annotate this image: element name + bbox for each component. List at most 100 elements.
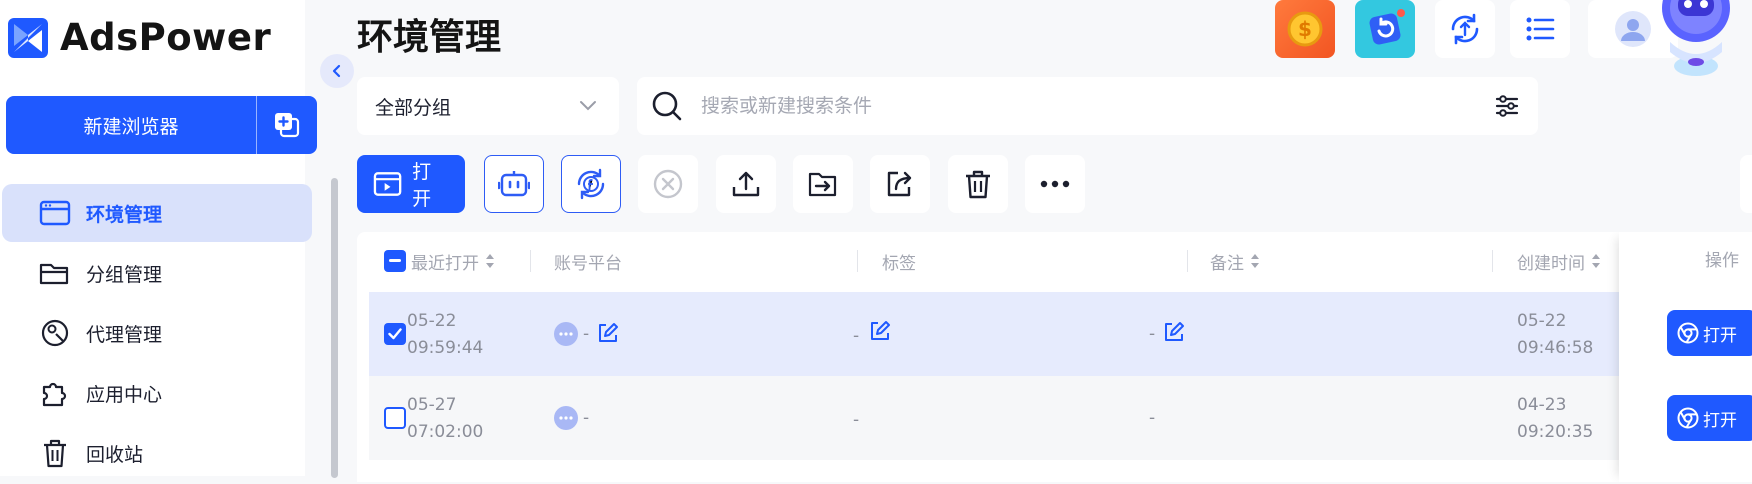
collapse-sidebar-button[interactable] xyxy=(320,54,354,88)
column-divider[interactable] xyxy=(857,250,858,272)
column-header-notes[interactable]: 备注 xyxy=(1210,232,1260,290)
column-settings-button[interactable] xyxy=(1740,155,1752,213)
notes-cell: - xyxy=(1149,408,1156,428)
robot-icon xyxy=(498,171,530,197)
table-header: 最近打开 账号平台 标签 备注 创建时间 xyxy=(357,232,1752,290)
page-title: 环境管理 xyxy=(357,17,502,58)
trash-icon xyxy=(38,436,72,470)
column-header-created[interactable]: 创建时间 xyxy=(1517,232,1601,290)
sidebar-item-label: 代理管理 xyxy=(86,323,163,346)
upload-icon xyxy=(732,171,760,197)
table-row[interactable]: 05-27 07:02:00 - - - 04-23 09:20:35 xyxy=(369,376,1752,460)
actions-column: 操作 打开 打开 xyxy=(1619,232,1752,482)
more-icon xyxy=(1040,180,1070,188)
more-actions-button[interactable] xyxy=(1025,155,1085,213)
export-button[interactable] xyxy=(716,155,776,213)
sidebar-scrollbar[interactable] xyxy=(331,178,338,478)
search-input[interactable] xyxy=(701,95,1476,117)
sidebar-item-label: 分组管理 xyxy=(86,263,163,286)
rpa-robot-button[interactable] xyxy=(484,155,544,213)
column-header-tags: 标签 xyxy=(882,253,916,274)
svg-text:$: $ xyxy=(1298,17,1312,41)
whats-new-button[interactable] xyxy=(1355,0,1415,58)
search-icon xyxy=(652,91,682,121)
refresh-badge-icon xyxy=(1369,9,1405,45)
share-icon xyxy=(887,171,912,197)
chrome-icon xyxy=(1677,407,1699,429)
sync-facebook-button[interactable] xyxy=(561,155,621,213)
sidebar-item-apps[interactable]: 应用中心 xyxy=(2,364,312,422)
platform-cell: - xyxy=(583,324,590,344)
notes-cell: - xyxy=(1149,324,1156,344)
delete-button[interactable] xyxy=(948,155,1008,213)
sync-upload-icon xyxy=(1451,13,1479,45)
close-circle-icon xyxy=(653,169,683,199)
edit-icon[interactable] xyxy=(1163,321,1185,343)
list-icon xyxy=(1526,17,1555,41)
edit-icon[interactable] xyxy=(597,322,619,344)
sync-button[interactable] xyxy=(1435,0,1495,58)
assistant-robot-icon[interactable] xyxy=(1640,0,1752,100)
row-open-button[interactable]: 打开 xyxy=(1667,310,1752,356)
sidebar-item-environment[interactable]: 环境管理 xyxy=(2,184,312,242)
play-window-icon xyxy=(373,172,402,196)
new-browser-button-group: 新建浏览器 xyxy=(6,96,317,154)
sidebar-item-label: 环境管理 xyxy=(86,203,163,226)
sidebar-item-groups[interactable]: 分组管理 xyxy=(2,244,312,302)
proxy-pin-icon xyxy=(38,316,72,350)
column-divider[interactable] xyxy=(1187,250,1188,272)
sidebar-item-trash[interactable]: 回收站 xyxy=(2,424,312,482)
column-divider[interactable] xyxy=(530,250,531,272)
platform-more-icon[interactable] xyxy=(554,322,578,346)
task-list-button[interactable] xyxy=(1510,0,1570,58)
app-logo[interactable]: AdsPower xyxy=(8,16,271,59)
browser-window-icon xyxy=(38,196,72,230)
platform-more-icon[interactable] xyxy=(554,406,578,430)
column-divider[interactable] xyxy=(1492,250,1493,272)
created-cell: 05-22 09:46:58 xyxy=(1517,311,1594,358)
share-button[interactable] xyxy=(870,155,930,213)
sort-icon xyxy=(1251,254,1259,268)
tags-cell: - xyxy=(853,326,860,346)
edit-icon[interactable] xyxy=(869,320,891,342)
app-name: AdsPower xyxy=(60,16,272,59)
chevron-down-icon xyxy=(580,101,596,111)
chrome-icon xyxy=(1677,322,1699,344)
group-filter-value: 全部分组 xyxy=(375,96,452,119)
row-open-button[interactable]: 打开 xyxy=(1667,395,1752,441)
close-browser-button[interactable] xyxy=(638,155,698,213)
sidebar: AdsPower 新建浏览器 环境管理 分组管理 代理管理 应用中心 回收站 xyxy=(0,0,317,476)
sort-icon xyxy=(1592,254,1600,268)
add-copy-icon xyxy=(275,113,300,138)
open-button-label: 打开 xyxy=(412,161,432,210)
column-header-last-opened[interactable]: 最近打开 xyxy=(411,232,495,290)
tags-cell: - xyxy=(853,410,860,430)
sort-icon xyxy=(486,254,494,268)
open-browser-button[interactable]: 打开 xyxy=(357,155,465,213)
sidebar-item-label: 应用中心 xyxy=(86,383,163,406)
puzzle-icon xyxy=(38,376,72,410)
column-header-actions: 操作 xyxy=(1705,251,1739,271)
created-cell: 04-23 09:20:35 xyxy=(1517,395,1594,442)
sidebar-item-label: 回收站 xyxy=(86,443,144,466)
platform-cell: - xyxy=(583,408,590,428)
facebook-sync-icon xyxy=(577,168,605,200)
column-header-platform: 账号平台 xyxy=(554,253,622,274)
delete-icon xyxy=(966,170,990,199)
scroll-fade xyxy=(369,232,419,482)
folder-icon xyxy=(38,256,72,290)
move-to-group-button[interactable] xyxy=(793,155,853,213)
coin-icon: $ xyxy=(1287,11,1323,47)
search-bar xyxy=(637,77,1538,135)
coin-reward-button[interactable]: $ xyxy=(1275,0,1335,58)
new-browser-button[interactable]: 新建浏览器 xyxy=(6,96,256,154)
profiles-table: 最近打开 账号平台 标签 备注 创建时间 05-22 09:59:44 - - … xyxy=(357,232,1752,482)
adspower-logo-icon xyxy=(8,17,48,58)
move-to-icon xyxy=(808,172,837,197)
filter-settings-icon[interactable] xyxy=(1494,93,1520,119)
chevron-left-icon xyxy=(332,64,341,78)
group-filter-select[interactable]: 全部分组 xyxy=(357,77,619,135)
sidebar-item-proxies[interactable]: 代理管理 xyxy=(2,304,312,362)
batch-add-button[interactable] xyxy=(257,96,317,154)
table-row[interactable]: 05-22 09:59:44 - - - 05-22 09:46:58 xyxy=(369,292,1752,376)
